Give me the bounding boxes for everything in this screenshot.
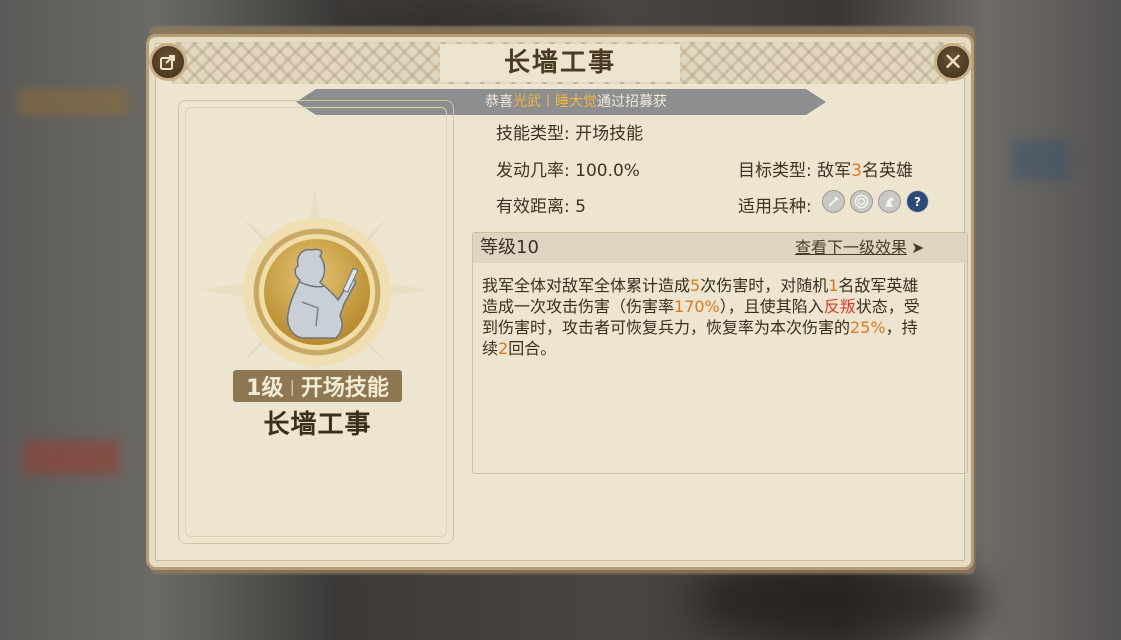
desc-highlight: 1	[828, 276, 839, 295]
soldier-icon	[286, 248, 359, 339]
skill-level: 1级	[246, 376, 284, 401]
trigger-rate-label: 发动几率:	[496, 161, 570, 181]
target-type-value: 敌军3名英雄	[817, 161, 913, 181]
status-keyword[interactable]: 反叛	[824, 297, 856, 316]
skill-description: 我军全体对敌军全体累计造成5次伤害时，对随机1名敌军英雄造成一次攻击伤害（伤害率…	[482, 275, 922, 359]
target-type-pre: 敌军	[817, 161, 852, 181]
skill-type-value: 开场技能	[575, 124, 644, 144]
bow-target-icon[interactable]	[850, 190, 873, 213]
target-type-label: 目标类型:	[738, 161, 812, 181]
troop-type-row: 适用兵种:	[738, 192, 812, 217]
trigger-rate-row: 发动几率: 100.0%	[496, 156, 640, 181]
skill-name: 长墙工事	[263, 410, 372, 440]
troop-type-label: 适用兵种:	[738, 197, 812, 217]
share-button[interactable]	[149, 43, 187, 81]
range-label: 有效距离:	[496, 197, 570, 217]
next-level-link[interactable]: 查看下一级效果 ➤	[795, 233, 924, 263]
horse-icon[interactable]	[878, 190, 901, 213]
announcement-prefix: 恭喜	[485, 94, 513, 110]
close-icon: ✕	[942, 48, 964, 76]
trigger-rate-value: 100.0%	[575, 161, 640, 181]
range-row: 有效距离: 5	[496, 192, 586, 217]
skill-type-label: 技能类型:	[496, 124, 570, 144]
target-count: 3	[851, 161, 862, 181]
background-bar	[18, 88, 128, 116]
desc-text: 回合。	[508, 339, 557, 358]
announcement-name: 睡大觉	[555, 94, 597, 110]
share-icon	[160, 55, 175, 70]
target-type-row: 目标类型: 敌军3名英雄	[738, 156, 913, 181]
announcement-suffix: 通过招募获	[597, 94, 667, 110]
arrow-right-icon: ➤	[911, 238, 925, 257]
next-level-text: 查看下一级效果	[795, 238, 908, 257]
desc-text: 我军全体对敌军全体累计造成	[482, 276, 691, 295]
sword-icon[interactable]	[822, 190, 845, 213]
announcement-separator: 丨	[541, 94, 555, 110]
background-bar	[24, 440, 119, 474]
desc-text: ），且使其陷入	[719, 297, 824, 316]
range-value: 5	[575, 197, 586, 217]
desc-highlight: 170%	[674, 297, 720, 316]
announcement-name: 光武	[513, 94, 541, 110]
background-bar	[1011, 140, 1071, 180]
close-button[interactable]: ✕	[934, 43, 972, 81]
current-level: 等级10	[480, 237, 539, 258]
skill-level-badge: 1级 | 开场技能	[233, 370, 402, 402]
desc-text: 次伤害时，对随机	[700, 276, 829, 295]
skill-category: 开场技能	[300, 376, 389, 401]
dialog-title: 长墙工事	[503, 48, 616, 78]
desc-highlight: 5	[690, 276, 701, 295]
desc-highlight: 2	[498, 339, 509, 358]
target-type-post: 名英雄	[861, 161, 913, 181]
skill-type-row: 技能类型: 开场技能	[496, 119, 643, 144]
badge-separator: |	[289, 376, 295, 396]
troop-icons: ?	[822, 190, 929, 213]
question-icon[interactable]: ?	[906, 190, 929, 213]
desc-highlight: 25%	[850, 318, 886, 337]
